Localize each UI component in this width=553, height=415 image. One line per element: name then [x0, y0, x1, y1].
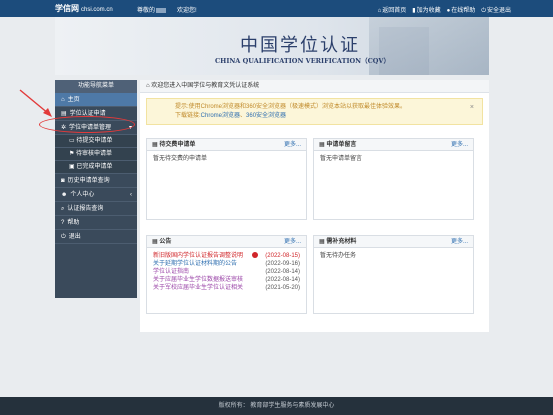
search-icon: ⌕	[61, 206, 65, 212]
greeting: 尊敬的 欢迎您!	[137, 7, 197, 14]
home-icon: ⌂	[61, 97, 65, 103]
banner-title: 中国学位认证	[240, 35, 360, 56]
more-link[interactable]: 更多...	[284, 236, 301, 248]
user-icon: ☻	[61, 192, 68, 198]
panel-body: 暂无申请单留言	[320, 156, 363, 162]
power-icon: ⏻	[61, 234, 66, 240]
bookmark-link[interactable]: ▮加为收藏	[412, 5, 440, 15]
breadcrumb: ⌂ 欢迎您进入中国学位与教育文凭认证系统	[140, 80, 489, 93]
banner: 中国学位认证 CHINA QUALIFICATION VERIFICATION（…	[55, 17, 489, 75]
sidebar-item-completed[interactable]: ▣ 已完成申请单	[55, 161, 137, 174]
power-icon: ⏻	[481, 8, 486, 14]
panel-messages: ▦ 申请单留言 更多... 暂无申请单留言	[313, 138, 474, 220]
more-link[interactable]: 更多...	[284, 139, 301, 151]
annotation-arrow	[19, 89, 52, 117]
sidebar-item-report-query[interactable]: ⌕ 认证报告查询	[55, 202, 137, 216]
sidebar-item-personal-center[interactable]: ☻ 个人中心 ‹	[55, 188, 137, 202]
sidebar-item-help[interactable]: ? 帮助	[55, 216, 137, 230]
logout-link[interactable]: ⏻安全退出	[481, 5, 511, 15]
more-link[interactable]: 更多...	[451, 236, 468, 248]
panel-supplement: ▦ 需补充材料 更多... 暂无待办任务	[313, 235, 474, 314]
logo-text: 学信网	[55, 4, 79, 13]
list-item[interactable]: 关于延期学位认证材料期的公告 (2022-09-16)	[153, 260, 300, 268]
panel-header: ▦ 待交费申请单 更多...	[147, 139, 306, 151]
notice-download: 下载链接:Chrome浏览器、360安全浏览器	[175, 113, 287, 119]
camera-icon: ◙	[61, 178, 65, 184]
panel-announcements: ▦ 公告 更多... 新旧版国内学位认证报告调整说明 (2022-08-15) 关于…	[146, 235, 307, 314]
list-item[interactable]: 学位认证指南 (2022-08-14)	[153, 268, 300, 276]
home-icon: ⌂	[377, 8, 382, 14]
top-links: ⌂返回首页 ▮加为收藏 ●在线帮助 ⏻安全退出	[378, 5, 511, 15]
annotation-ellipse	[39, 116, 135, 133]
help-icon: ?	[61, 220, 65, 226]
panel-body: 暂无待办任务	[320, 253, 357, 259]
panel-header: ▦ 申请单留言 更多...	[314, 139, 473, 151]
notice-tip: 提示:使用Chrome浏览器和360安全浏览器（极速模式）浏览本站以获取最佳体验…	[175, 104, 407, 110]
chrome-download-link[interactable]: Chrome浏览器	[201, 113, 240, 119]
360-download-link[interactable]: 360安全浏览器	[246, 113, 286, 119]
banner-subtitle: CHINA QUALIFICATION VERIFICATION（CQV）	[215, 57, 390, 65]
sidebar-item-history[interactable]: ◙ 历史申请单查询	[55, 174, 137, 188]
panel-header: ▦ 公告 更多...	[147, 236, 306, 248]
sidebar-item-home[interactable]: ⌂ 主页	[55, 93, 137, 107]
sidebar-item-logout[interactable]: ⏻ 退出	[55, 230, 137, 244]
close-icon[interactable]: ×	[470, 103, 474, 112]
help-link[interactable]: ●在线帮助	[447, 5, 476, 15]
home-link[interactable]: ⌂返回首页	[378, 5, 407, 15]
sidebar-header: 功能导航菜单	[55, 80, 137, 93]
main-content: ⌂ 欢迎您进入中国学位与教育文凭认证系统 提示:使用Chrome浏览器和360安…	[140, 80, 489, 332]
panel-header: ▦ 需补充材料 更多...	[314, 236, 473, 248]
flag-icon: ⚑	[69, 151, 77, 157]
list-item[interactable]: 关于军校应届毕业生学位认证相关 (2021-05-20)	[153, 284, 300, 292]
site-logo[interactable]: 学信网 chsi.com.cn	[55, 3, 113, 14]
top-bar: 学信网 chsi.com.cn 尊敬的 欢迎您! ⌂返回首页 ▮加为收藏 ●在线帮助…	[0, 0, 553, 17]
chevron-left-icon: ‹	[130, 192, 132, 198]
bookmark-icon: ▮	[412, 8, 416, 14]
list-item[interactable]: 新旧版国内学位认证报告调整说明 (2022-08-15)	[153, 252, 300, 260]
browser-notice: 提示:使用Chrome浏览器和360安全浏览器（极速模式）浏览本站以获取最佳体验…	[146, 98, 483, 125]
user-name-redacted	[156, 7, 167, 13]
list-item[interactable]: 关于应届毕业生学位数据报送审核 (2022-08-14)	[153, 276, 300, 284]
help-icon: ●	[446, 8, 451, 14]
footer: 版权所有： 教育部学生服务与素质发展中心	[0, 397, 553, 415]
panel-pending-payment: ▦ 待交费申请单 更多... 暂无待交费的申请单	[146, 138, 307, 220]
sidebar: 功能导航菜单 ⌂ 主页 ▤ 学位认证申请 ✲ 学位申请单管理 ▾ ▭ 待提交申请单 ⚑ …	[55, 80, 137, 298]
sidebar-item-pending-review[interactable]: ⚑ 待审核申请单	[55, 148, 137, 161]
logo-domain: chsi.com.cn	[81, 7, 113, 13]
sidebar-item-pending-submit[interactable]: ▭ 待提交申请单	[55, 135, 137, 148]
new-badge	[251, 252, 258, 258]
announcement-list: 新旧版国内学位认证报告调整说明 (2022-08-15) 关于延期学位认证材料期的…	[147, 248, 306, 296]
banner-building-graphic	[369, 17, 489, 75]
panel-body: 暂无待交费的申请单	[153, 156, 208, 162]
more-link[interactable]: 更多...	[451, 139, 468, 151]
